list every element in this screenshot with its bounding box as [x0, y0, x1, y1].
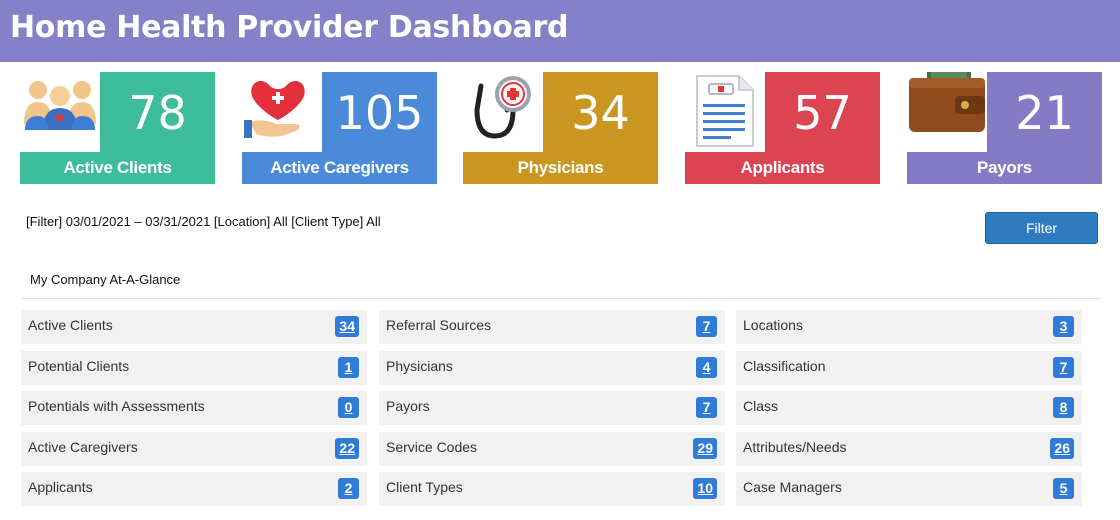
- stat-card-applicants[interactable]: 57 Applicants: [685, 72, 880, 184]
- stethoscope-icon: [463, 72, 543, 152]
- glance-row-label: Physicians: [386, 357, 453, 374]
- glance-row-label: Potential Clients: [28, 357, 130, 374]
- section-divider: [22, 298, 1100, 299]
- stat-value: 34: [571, 86, 630, 140]
- section-title: My Company At-A-Glance: [30, 272, 181, 287]
- stat-value: 21: [1015, 86, 1074, 140]
- count-badge[interactable]: 2: [338, 478, 359, 499]
- stat-value-box: 78: [100, 72, 215, 152]
- glance-row-label: Attributes/Needs: [743, 438, 847, 455]
- glance-row[interactable]: Payors 7: [379, 391, 725, 425]
- stat-label: Payors: [907, 152, 1102, 184]
- glance-row-label: Active Clients: [28, 317, 113, 333]
- caring-hand-heart-icon: [242, 72, 322, 152]
- glance-row-label: Applicants: [28, 479, 93, 495]
- glance-row-label: Client Types: [386, 479, 463, 495]
- glance-row-label: Class: [743, 398, 779, 414]
- stat-value: 57: [793, 86, 852, 140]
- glance-row-label: Service Codes: [386, 438, 478, 455]
- glance-row-label: Payors: [386, 398, 430, 414]
- count-badge[interactable]: 34: [335, 316, 359, 337]
- glance-row[interactable]: Client Types 10: [379, 472, 725, 506]
- count-badge[interactable]: 7: [1053, 356, 1074, 378]
- stat-value-box: 34: [543, 72, 658, 152]
- glance-row-label: Potentials with Assessments: [28, 398, 205, 414]
- glance-row[interactable]: Referral Sources 7: [379, 310, 725, 344]
- glance-row-label: Classification: [743, 357, 826, 374]
- wallet-icon: [907, 72, 987, 152]
- glance-row-label: Active Caregivers: [28, 438, 138, 455]
- stat-card-active-clients[interactable]: 78 Active Clients: [20, 72, 215, 184]
- glance-row[interactable]: Physicians 4: [379, 350, 725, 385]
- stat-card-physicians[interactable]: 34 Physicians: [463, 72, 658, 184]
- count-badge[interactable]: 8: [1053, 397, 1074, 418]
- count-badge[interactable]: 5: [1053, 478, 1074, 499]
- application-document-icon: [685, 72, 765, 152]
- people-group-icon: [20, 72, 100, 152]
- stat-label: Applicants: [685, 152, 880, 184]
- glance-row[interactable]: Service Codes 29: [379, 431, 725, 466]
- glance-row[interactable]: Applicants 2: [21, 472, 367, 506]
- stat-value: 78: [128, 86, 187, 140]
- stat-card-payors[interactable]: 21 Payors: [907, 72, 1102, 184]
- count-badge[interactable]: 7: [696, 316, 717, 337]
- filter-summary: [Filter] 03/01/2021 – 03/31/2021 [Locati…: [26, 214, 381, 229]
- count-badge[interactable]: 26: [1050, 437, 1074, 459]
- glance-column-1: Active Clients 34 Potential Clients 1 Pote…: [21, 310, 367, 513]
- stat-label: Active Caregivers: [242, 152, 437, 184]
- glance-row[interactable]: Case Managers 5: [736, 472, 1082, 506]
- glance-row[interactable]: Active Caregivers 22: [21, 431, 367, 466]
- stat-value-box: 105: [322, 72, 437, 152]
- count-badge[interactable]: 29: [693, 437, 717, 459]
- glance-column-3: Locations 3 Classification 7 Class 8 Attrib…: [736, 310, 1082, 513]
- count-badge[interactable]: 10: [693, 478, 717, 499]
- glance-column-2: Referral Sources 7 Physicians 4 Payors 7 Se…: [379, 310, 725, 513]
- glance-row[interactable]: Potentials with Assessments 0: [21, 391, 367, 425]
- count-badge[interactable]: 22: [335, 437, 359, 459]
- glance-row[interactable]: Locations 3: [736, 310, 1082, 344]
- glance-row[interactable]: Potential Clients 1: [21, 350, 367, 385]
- stat-value-box: 57: [765, 72, 880, 152]
- stat-label: Active Clients: [20, 152, 215, 184]
- count-badge[interactable]: 3: [1053, 316, 1074, 337]
- glance-row[interactable]: Active Clients 34: [21, 310, 367, 344]
- glance-row[interactable]: Classification 7: [736, 350, 1082, 385]
- glance-row-label: Case Managers: [743, 479, 842, 495]
- page-title: Home Health Provider Dashboard: [10, 10, 569, 45]
- glance-row[interactable]: Attributes/Needs 26: [736, 431, 1082, 466]
- page-header: Home Health Provider Dashboard: [0, 0, 1120, 62]
- stat-label: Physicians: [463, 152, 658, 184]
- stat-value: 105: [335, 86, 424, 140]
- count-badge[interactable]: 0: [338, 397, 359, 418]
- count-badge[interactable]: 7: [696, 397, 717, 418]
- glance-row-label: Locations: [743, 317, 803, 333]
- glance-row-label: Referral Sources: [386, 317, 492, 333]
- count-badge[interactable]: 4: [696, 356, 717, 378]
- stat-value-box: 21: [987, 72, 1102, 152]
- stat-card-active-caregivers[interactable]: 105 Active Caregivers: [242, 72, 437, 184]
- glance-row[interactable]: Class 8: [736, 391, 1082, 425]
- count-badge[interactable]: 1: [338, 356, 359, 378]
- filter-button[interactable]: Filter: [985, 212, 1098, 244]
